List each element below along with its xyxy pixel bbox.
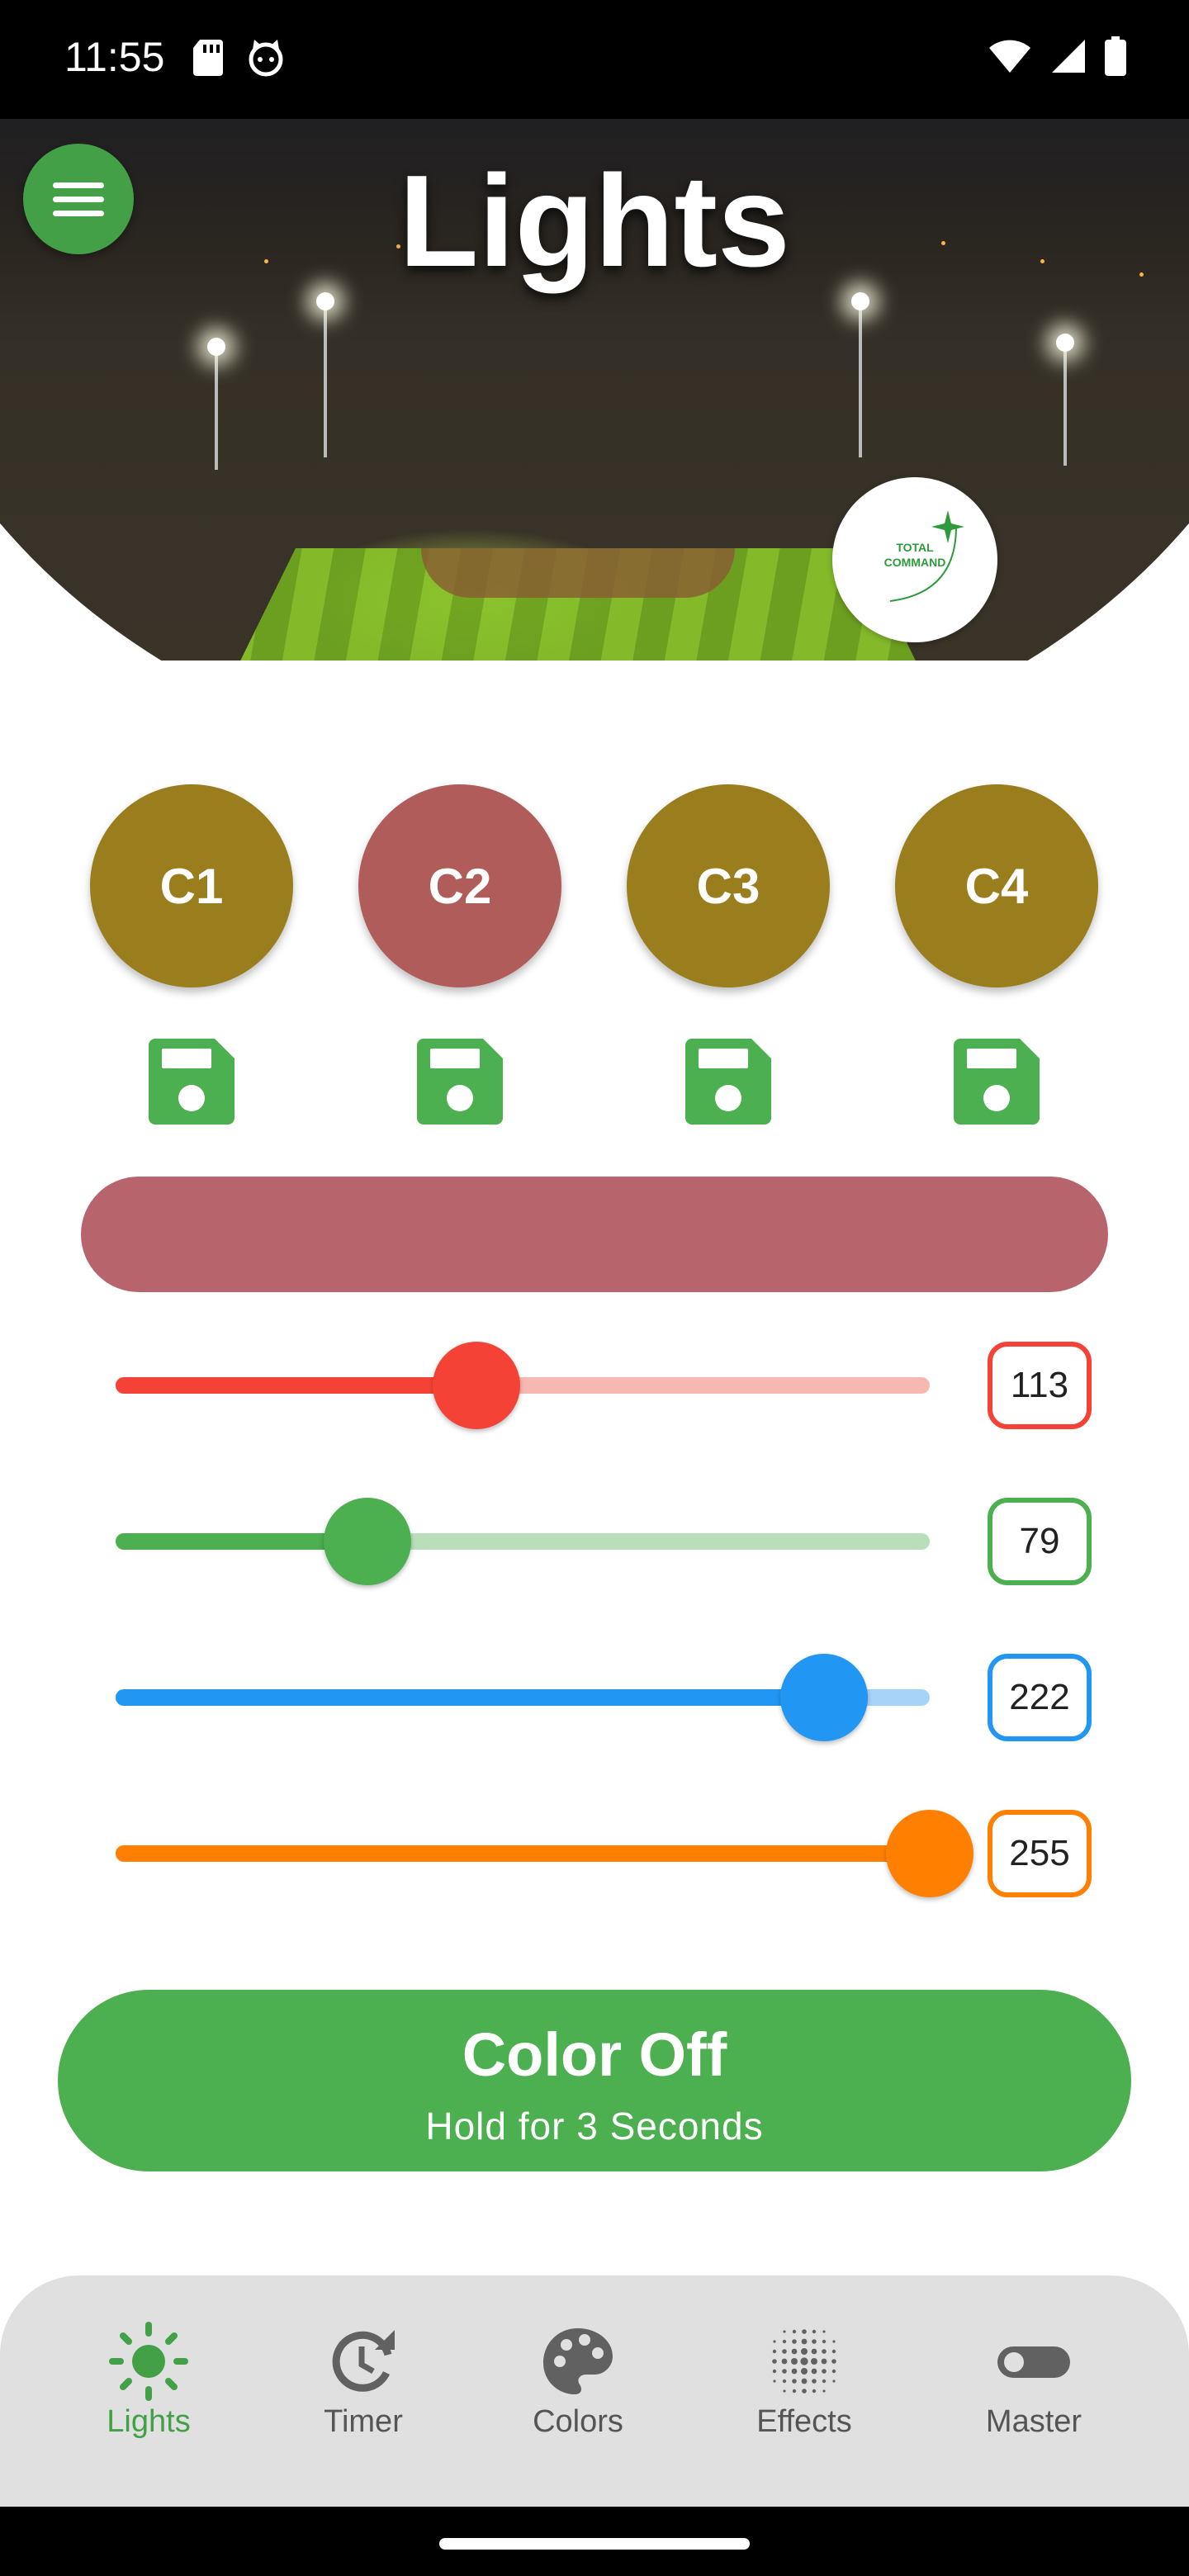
hamburger-line [53,210,104,216]
nav-label: Effects [756,2404,852,2439]
color-off-subtitle: Hold for 3 Seconds [425,2105,764,2147]
red-slider-thumb[interactable] [432,1342,520,1429]
toggle-switch-icon [997,2346,1070,2378]
amber-slider[interactable] [116,1810,973,1897]
stadium-light [207,338,225,356]
color-off-button[interactable]: Color Off Hold for 3 Seconds [58,1990,1131,2171]
nav-label: Timer [324,2404,403,2439]
blue-slider-fill [116,1689,825,1706]
gesture-area [0,2507,1189,2576]
nav-label: Colors [533,2404,623,2439]
nav-label: Lights [107,2404,191,2439]
gesture-handle[interactable] [439,2538,750,2550]
signal-icon [1052,40,1085,73]
menu-button[interactable] [23,144,134,254]
color-off-title: Color Off [462,2020,727,2089]
amber-value-field[interactable]: 255 [988,1810,1092,1897]
save-c4-floppy-disk-icon[interactable] [952,1037,1041,1126]
hamburger-menu-icon [53,182,104,188]
clock-restore-icon [332,2330,395,2392]
status-time: 11:55 [64,34,165,80]
nav-item-master[interactable]: Master [943,2275,1125,2507]
page-title: Lights [399,149,790,294]
infield [421,548,735,598]
battery-icon [1105,36,1126,76]
blue-value-field[interactable]: 222 [988,1654,1092,1741]
status-right-icons [988,36,1126,76]
light-pole [324,301,327,457]
green-slider-thumb[interactable] [324,1498,412,1585]
save-c1-floppy-disk-icon[interactable] [147,1037,236,1126]
light-pole [859,301,862,457]
cat-face-icon [249,40,283,77]
channel-button-c3[interactable]: C3 [627,784,830,987]
nav-item-colors[interactable]: Colors [487,2275,669,2507]
stadium-light [1056,334,1074,352]
bottom-navigation: Lights Timer Colors Effects Master [0,2275,1189,2507]
amber-slider-fill [116,1845,930,1862]
brand-logo: TOTAL COMMAND [832,477,997,642]
sun-icon [109,2322,188,2401]
save-c2-floppy-disk-icon[interactable] [415,1037,504,1126]
status-left-icons [192,38,286,78]
sd-card-icon [193,40,223,76]
palette-icon [543,2328,613,2394]
red-slider[interactable] [116,1342,930,1429]
green-slider[interactable] [116,1498,930,1585]
logo-text: TOTAL COMMAND [883,541,946,569]
nav-item-timer[interactable]: Timer [272,2275,454,2507]
red-value-field[interactable]: 113 [988,1342,1092,1429]
save-c3-floppy-disk-icon[interactable] [684,1037,773,1126]
nav-item-effects[interactable]: Effects [713,2275,895,2507]
light-pole [1063,342,1067,466]
channel-button-c1[interactable]: C1 [90,784,293,987]
nav-item-lights[interactable]: Lights [58,2275,239,2507]
blue-slider-thumb[interactable] [780,1654,869,1741]
amber-slider-thumb[interactable] [886,1810,973,1897]
color-preview-bar [81,1177,1108,1292]
light-pole [215,346,218,470]
status-bar: 11:55 [0,0,1189,119]
nav-label: Master [985,2404,1082,2439]
green-value-field[interactable]: 79 [988,1498,1092,1585]
channel-button-c2[interactable]: C2 [358,784,561,987]
red-slider-fill [116,1377,476,1394]
wifi-icon [989,40,1030,73]
blue-slider[interactable] [116,1654,930,1741]
dot-grid-icon [772,2329,836,2394]
channel-button-c4[interactable]: C4 [895,784,1098,987]
hamburger-line [53,196,104,202]
